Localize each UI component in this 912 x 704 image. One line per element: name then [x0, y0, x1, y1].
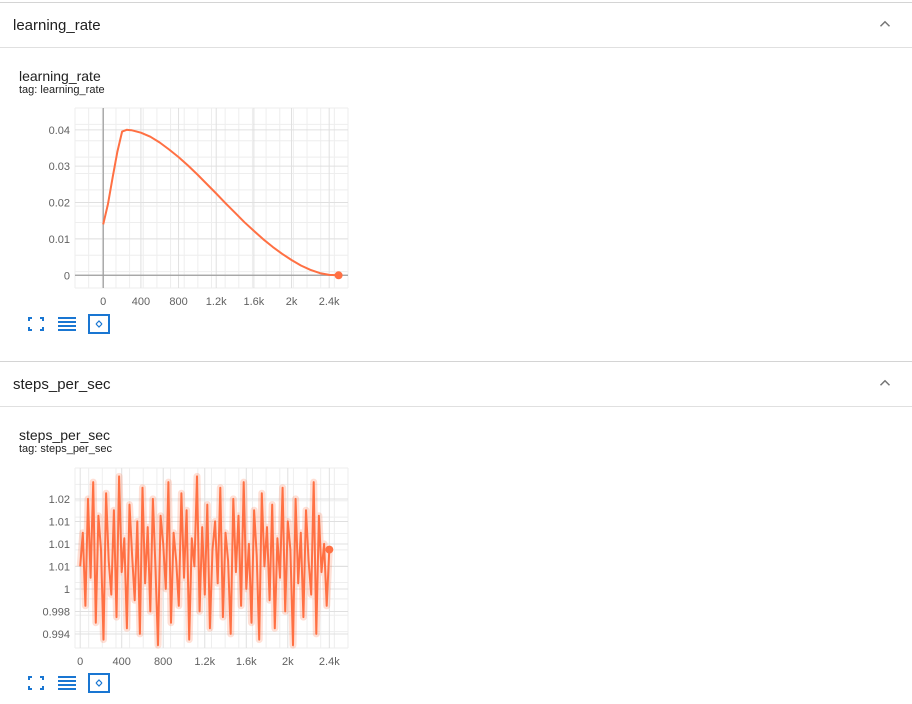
- x-tick-label: 0: [77, 656, 83, 668]
- section-steps-per-sec: steps_per_sec steps_per_sec tag: steps_p…: [0, 360, 912, 704]
- x-tick-label: 800: [169, 296, 187, 308]
- y-tick-label: 1.01: [49, 516, 70, 528]
- y-tick-label: 1.01: [49, 539, 70, 551]
- y-tick-label: 0.998: [42, 606, 70, 618]
- y-tick-label: 0.03: [49, 161, 70, 173]
- series-last-point: [334, 271, 343, 280]
- x-tick-label: 2.4k: [319, 296, 340, 308]
- steps-per-sec-chart[interactable]: 0 400 800 1.2k 1.6k 2k 2.4k 0.994 0.998 1 1.01 1.01…: [0, 460, 360, 670]
- x-tick-label: 400: [132, 296, 150, 308]
- x-tick-label: 1.2k: [194, 656, 215, 668]
- learning-rate-chart[interactable]: 0 400 800 1.2k 1.6k 2k 2.4k 0 0.01 0.02 0.03 0.04: [0, 100, 360, 310]
- y-tick-label: 0: [64, 270, 70, 282]
- chevron-up-icon[interactable]: [876, 374, 894, 392]
- toggle-log-scale-icon[interactable]: [55, 672, 79, 694]
- x-tick-label: 2k: [286, 296, 298, 308]
- series-last-point: [325, 545, 334, 554]
- section-title: learning_rate: [13, 17, 101, 34]
- section-title: steps_per_sec: [13, 376, 111, 393]
- card-tag: tag: steps_per_sec: [19, 443, 112, 455]
- x-tick-label: 1.2k: [206, 296, 227, 308]
- card-title: learning_rate: [19, 68, 101, 84]
- y-tick-label: 0.994: [42, 629, 70, 641]
- y-tick-label: 0.01: [49, 234, 70, 246]
- x-tick-label: 1.6k: [236, 656, 257, 668]
- y-tick-label: 0.02: [49, 198, 70, 210]
- fullscreen-icon[interactable]: [24, 313, 48, 335]
- fit-domain-icon[interactable]: [87, 313, 111, 335]
- chevron-up-icon[interactable]: [876, 15, 894, 33]
- y-tick-label: 1.02: [49, 494, 70, 506]
- fit-domain-icon[interactable]: [87, 672, 111, 694]
- x-tick-label: 2k: [282, 656, 294, 668]
- x-tick-label: 0: [100, 296, 106, 308]
- x-tick-label: 800: [154, 656, 172, 668]
- y-tick-label: 0.04: [49, 125, 70, 137]
- y-tick-label: 1: [64, 584, 70, 596]
- x-tick-label: 1.6k: [243, 296, 264, 308]
- section-header[interactable]: steps_per_sec: [0, 361, 912, 407]
- card-title: steps_per_sec: [19, 427, 111, 443]
- x-tick-label: 400: [113, 656, 131, 668]
- fullscreen-icon[interactable]: [24, 672, 48, 694]
- y-tick-label: 1.01: [49, 561, 70, 573]
- section-learning-rate: learning_rate learning_rate tag: learnin…: [0, 0, 912, 360]
- card-tag: tag: learning_rate: [19, 84, 105, 96]
- section-header[interactable]: learning_rate: [0, 2, 912, 48]
- x-tick-label: 2.4k: [319, 656, 340, 668]
- toggle-log-scale-icon[interactable]: [55, 313, 79, 335]
